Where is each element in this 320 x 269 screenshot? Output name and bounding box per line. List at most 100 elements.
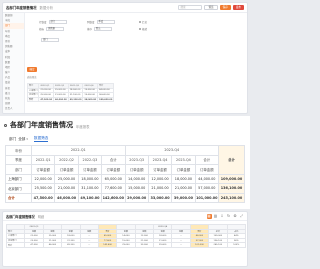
table-cell: 合计 [26,96,40,103]
value-cell: 77,600.00 [101,183,126,194]
total-cell: 109,000.00 [218,173,245,184]
field-sidebar: 数据源 字段 部门 年份 季度 月份 销售额 成本 利润 数量 地区 客户 产品 渠道 折扣 备注 状态 日期 负责… [3,13,25,113]
quarter-header: 2023-Q4 [171,154,196,165]
header-cell: 部门 [5,164,32,175]
table-cell: — [171,242,191,248]
value-cell: 21,000.00 [171,183,196,194]
field-label: 格式 [142,27,148,31]
detail-title: 各部门年度销售情况 [6,214,35,219]
header-cell: 2023-Q4 [124,145,219,156]
metric-header: 订单金额 [54,164,79,175]
table-view-icon[interactable]: ▦ [206,213,212,219]
report-title: 各部门年度销售情况 [10,121,73,129]
field-row: 指标 销售额 [39,26,65,31]
header-cell: 年份 [5,145,32,156]
export-icon[interactable]: ⇩ [220,214,225,219]
publish-button[interactable]: 发布 [232,5,244,10]
value-cell: 25,500.00 [30,183,56,194]
preview-button[interactable]: 预览 [204,5,218,10]
table-cell: 46,000 [42,242,63,248]
value-cell: 29,000.00 [124,192,149,203]
total-header: 总计 [218,145,245,175]
pin-icon[interactable] [4,123,7,127]
table-cell: 47,500 [24,242,44,248]
field-input[interactable]: 销售额 [46,26,65,31]
value-cell: 25,000.00 [54,173,79,184]
fullscreen-icon[interactable]: ⤢ [239,214,244,219]
value-cell: 18,000.00 [77,173,103,184]
header-cell: 2022-Q1 [31,145,126,156]
table-row: 上海部门 22,000.00 25,000.00 18,000.00 65,000.00… [5,173,245,184]
value-cell: 14,000.00 [124,173,149,184]
field-label: 行维度 [39,20,47,24]
total-cell: 136,100.00 [218,183,245,194]
radio-icon[interactable] [139,20,141,23]
value-cell: 46,000.00 [54,192,79,203]
table-cell: 245,100 [208,242,228,248]
field-row: 行维度 部门 [39,19,67,24]
table-cell: 47,500.00 [38,96,55,103]
value-cell: 44,000.00 [194,173,220,184]
confirm-button[interactable]: 确定 [27,67,37,72]
radio-icon[interactable] [139,27,141,30]
designer-title: 各部门年度销售情况 [6,6,37,10]
settings-icon[interactable]: ⚙ [233,214,238,219]
report-title-bar: 各部门年度销售情况 年度报表 [4,120,90,130]
detail-header: 各部门年度销售情况 明细 ▦ ▥ ⇩ ↻ ⚙ ⤢ [3,212,247,221]
metric-header: 订单金额 [124,164,149,175]
total-cell: 245,100.00 [218,192,245,203]
save-button[interactable]: 保存 [219,5,231,10]
field-input[interactable]: 部门 [48,19,67,24]
table-row: 北京部门 25,500.00 21,000.00 31,100.00 77,600.00… [5,183,245,194]
metric-header: 订单金额 [171,164,196,175]
value-cell: 21,000.00 [54,183,79,194]
field-row: 列维度 季度 [87,19,115,24]
report-designer-panel: 各部门年度销售情况 数据分析 搜索 预览 保存 发布 数据源 字段 部门 年份 季度 月份… [2,2,248,114]
header-row-quarter: 季度 2022-Q1 2022-Q2 2022-Q3 合计 2023-Q3 2023-Q4… [5,154,245,165]
refresh-icon[interactable]: ↻ [226,214,231,219]
quarter-header: 2022-Q2 [54,154,79,165]
value-cell: 22,000.00 [30,173,56,184]
table-cell: 142,600 [97,242,118,248]
preview-note: 表格预览 [27,76,37,79]
value-cell: 31,100.00 [77,183,103,194]
metric-header: 订单金额 [77,164,103,175]
value-cell: 33,000.00 [147,192,173,203]
report-subtitle: 年度报表 [76,124,90,129]
filter-label: 部门 [9,136,17,141]
table-cell: 33,000 [134,242,155,248]
quarter-header: 2023-Q3 [124,154,149,165]
table-cell: 49,100.00 [67,96,84,103]
app-root: 各部门年度销售情况 数据分析 搜索 预览 保存 发布 数据源 字段 部门 年份 季度 月份… [0,0,250,269]
header-cell: 季度 [5,154,32,165]
metric-header: 订单金额 [30,164,56,175]
designer-search-input[interactable]: 搜索 [178,5,203,10]
designer-subtitle: 数据分析 [39,6,54,10]
chart-view-icon[interactable]: ▥ [213,214,218,219]
report-filter-bar: 部门 全部 数据筛选 [9,136,49,142]
table-cell: — [79,242,99,248]
field-row: 格式 [137,26,147,31]
quarter-header: 合计 [194,154,220,165]
field-input[interactable]: 默认 [94,26,113,31]
value-cell: 12,000.00 [147,173,173,184]
sidebar-field-item[interactable]: 负责人 [3,106,24,111]
field-row: 汇总 [137,19,147,24]
dept-select[interactable]: 全部 [18,137,28,142]
table-cell: 46,000.00 [53,96,69,103]
pivot-table: 年份 2022-Q1 2023-Q4 总计 季度 2022-Q1 2022-Q2 2… [5,145,245,203]
filter-link[interactable]: 数据筛选 [33,136,49,142]
field-input[interactable]: 季度 [96,19,115,24]
value-cell: 18,000.00 [171,173,196,184]
dept-cell[interactable]: 上海部门 [5,173,32,184]
designer-header: 各部门年度销售情况 数据分析 搜索 预览 保存 发布 [3,3,247,13]
field-label: 指标 [39,27,45,31]
metric-header: 订单金额 [147,164,173,175]
value-cell: 21,000.00 [147,183,173,194]
value-cell: 15,000.00 [124,183,149,194]
field-row: 排序 默认 [87,26,113,31]
dept-cell[interactable]: 北京部门 [5,183,32,194]
table-row: 合计 47,500.00 46,000.00 49,100.00 38,000.00 18… [26,96,115,103]
field-input[interactable]: 部门 [41,37,59,42]
dept-cell[interactable]: 合计 [5,192,32,203]
